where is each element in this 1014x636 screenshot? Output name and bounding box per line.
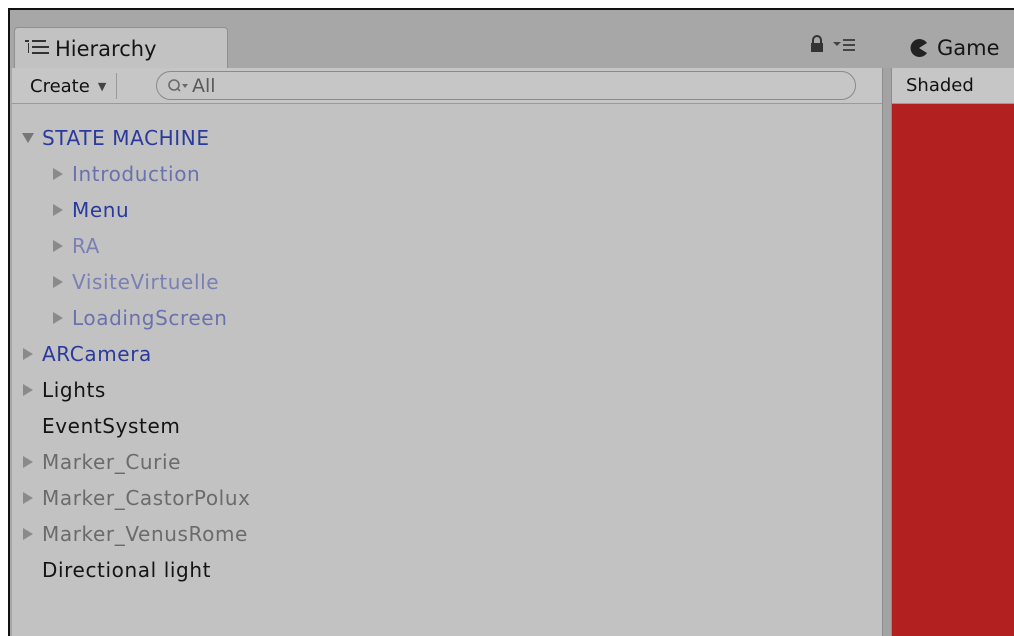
tree-item[interactable]: Introduction <box>50 157 200 191</box>
hierarchy-tab-label: Hierarchy <box>55 36 157 61</box>
panel-controls <box>810 35 856 53</box>
tree-item-label: STATE MACHINE <box>42 126 210 150</box>
triangle-right-icon[interactable] <box>20 527 36 541</box>
tree-item[interactable]: Lights <box>20 373 106 407</box>
tree-item[interactable]: Marker_CastorPolux <box>20 481 251 515</box>
game-toolbar: Shaded <box>892 68 1014 104</box>
tree-item[interactable]: LoadingScreen <box>50 301 227 335</box>
search-box[interactable] <box>156 71 856 100</box>
shading-mode-dropdown[interactable]: Shaded <box>906 75 974 96</box>
tab-game[interactable]: Game <box>903 27 1014 69</box>
triangle-right-icon[interactable] <box>20 383 36 397</box>
unity-editor-window: Hierarchy Create ▼ STATE MACH <box>8 8 1014 636</box>
tree-item-label: ARCamera <box>42 342 152 366</box>
tree-item-label: VisiteVirtuelle <box>72 270 220 294</box>
triangle-right-icon[interactable] <box>50 239 66 253</box>
hierarchy-list-icon <box>25 39 49 54</box>
game-tab-label: Game <box>937 36 1000 60</box>
tree-item[interactable]: Marker_Curie <box>20 445 181 479</box>
tree-item[interactable]: EventSystem <box>20 409 180 443</box>
search-input[interactable] <box>192 74 792 97</box>
search-icon <box>168 78 188 92</box>
triangle-right-icon[interactable] <box>20 491 36 505</box>
tree-item-label: LoadingScreen <box>72 306 228 330</box>
tree-item-label: RA <box>72 234 100 258</box>
triangle-right-icon[interactable] <box>50 203 66 217</box>
tree-item-label: Lights <box>42 378 106 402</box>
tree-item-label: Marker_CastorPolux <box>42 486 251 510</box>
triangle-right-icon[interactable] <box>50 167 66 181</box>
tree-item-label: Marker_VenusRome <box>42 522 248 546</box>
hierarchy-toolbar: Create ▼ <box>12 68 882 104</box>
panel-menu-icon[interactable] <box>832 35 856 53</box>
tree-item-label: Introduction <box>72 162 201 186</box>
tree-item[interactable]: VisiteVirtuelle <box>50 265 219 299</box>
create-dropdown[interactable]: Create ▼ <box>20 73 118 99</box>
lock-icon[interactable] <box>810 35 824 53</box>
tab-hierarchy[interactable]: Hierarchy <box>14 27 228 69</box>
tree-item-label: Directional light <box>42 558 212 582</box>
tree-item[interactable]: Marker_VenusRome <box>20 517 248 551</box>
tree-item[interactable]: RA <box>50 229 100 263</box>
tree-item-label: Marker_Curie <box>42 450 182 474</box>
create-label: Create <box>30 75 90 97</box>
triangle-right-icon[interactable] <box>50 311 66 325</box>
panel-splitter[interactable] <box>882 68 892 636</box>
tree-item-label: Menu <box>72 198 130 222</box>
game-view[interactable] <box>892 104 1014 636</box>
triangle-down-icon[interactable] <box>20 132 36 144</box>
tree-item[interactable]: STATE MACHINE <box>20 121 210 155</box>
tree-item-label: EventSystem <box>42 414 181 438</box>
triangle-right-icon[interactable] <box>50 275 66 289</box>
pacman-game-icon <box>910 39 927 57</box>
triangle-right-icon[interactable] <box>20 347 36 361</box>
tree-item[interactable]: Directional light <box>20 553 211 587</box>
dropdown-caret-icon: ▼ <box>97 79 107 93</box>
tree-item[interactable]: Menu <box>50 193 129 227</box>
tree-item[interactable]: ARCamera <box>20 337 152 371</box>
triangle-right-icon[interactable] <box>20 455 36 469</box>
hierarchy-tree: STATE MACHINE Introduction Menu RA VisiteVir… <box>12 104 882 636</box>
